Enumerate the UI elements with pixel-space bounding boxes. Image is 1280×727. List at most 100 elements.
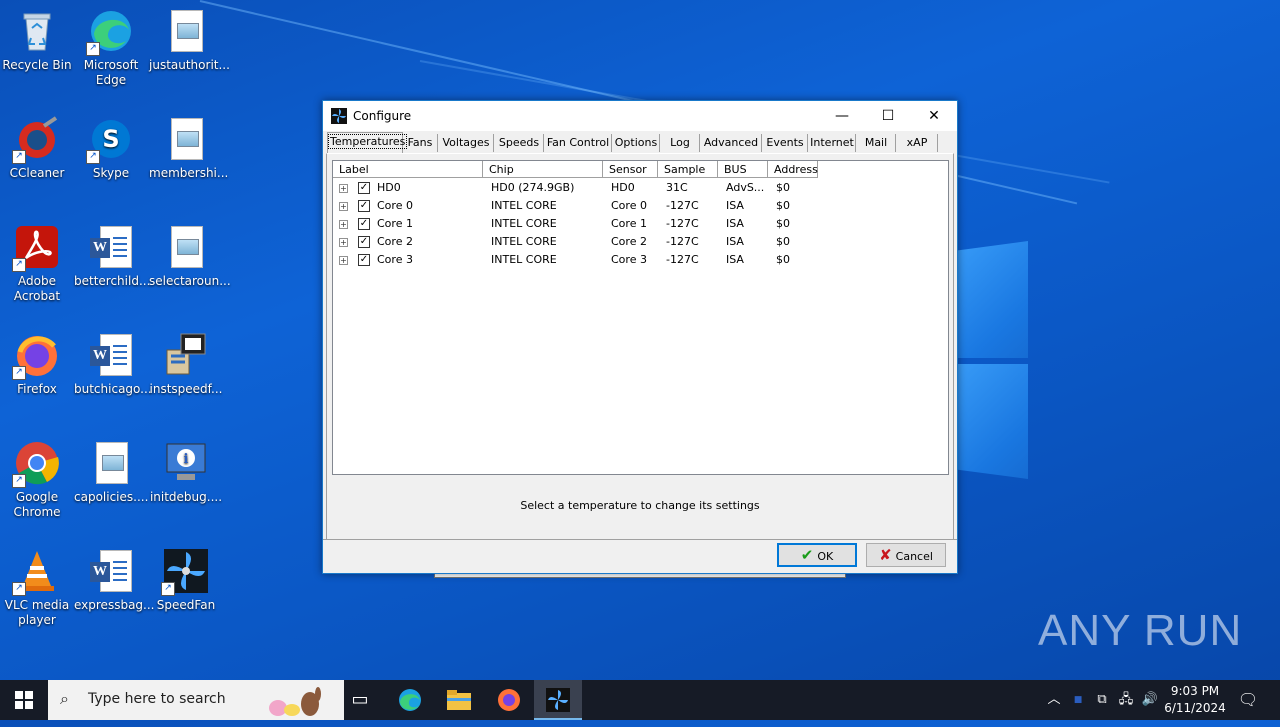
network-icon[interactable]: 🖧 — [1116, 680, 1136, 720]
row-checkbox[interactable]: ✓ — [358, 218, 370, 230]
column-header-chip[interactable]: Chip — [483, 161, 603, 178]
initdebug-file[interactable]: i initdebug.... — [149, 440, 223, 505]
expressbag-file[interactable]: W expressbag... — [74, 548, 154, 613]
divider — [323, 539, 957, 540]
anyrun-watermark: ANY RUN — [1038, 606, 1243, 655]
microsoft-edge-shortcut[interactable]: ↗ Microsoft Edge — [74, 8, 148, 88]
volume-icon[interactable]: 🔊 — [1140, 680, 1160, 720]
clock[interactable]: 9:03 PM 6/11/2024 — [1160, 683, 1230, 717]
column-header-address[interactable]: Address — [768, 161, 818, 178]
image-document-icon — [163, 116, 209, 162]
speedfan-shortcut[interactable]: ↗ SpeedFan — [149, 548, 223, 613]
expand-icon[interactable]: + — [339, 256, 348, 265]
taskbar-file-explorer[interactable] — [435, 680, 483, 720]
notification-icon: 🗨 — [1237, 690, 1259, 709]
firefox-shortcut[interactable]: ↗ Firefox — [0, 332, 74, 397]
row-checkbox[interactable]: ✓ — [358, 254, 370, 266]
membershi-file[interactable]: membershi... — [149, 116, 229, 181]
column-header-label[interactable]: Label — [333, 161, 483, 178]
cell-sensor: Core 0 — [611, 199, 647, 212]
expand-icon[interactable]: + — [339, 184, 348, 193]
recycle-bin-shortcut[interactable]: Recycle Bin — [0, 8, 74, 73]
tab-advanced[interactable]: Advanced — [701, 134, 762, 152]
instspeedf-file[interactable]: instspeedf... — [149, 332, 223, 397]
speedfan-tray-icon[interactable]: ■ — [1068, 680, 1088, 720]
maximize-button[interactable]: ☐ — [865, 101, 911, 131]
betterchild-file[interactable]: W betterchild... — [74, 224, 150, 289]
table-row[interactable]: + ✓ HD0 HD0 (274.9GB) HD0 31C AdvS... $0 — [333, 179, 948, 197]
column-header-bus[interactable]: BUS — [718, 161, 768, 178]
selectaroun-file[interactable]: selectaroun... — [149, 224, 231, 289]
close-button[interactable]: ✕ — [911, 101, 957, 131]
search-box[interactable]: ⌕ Type here to search — [48, 680, 344, 720]
notifications-button[interactable]: 🗨 — [1236, 680, 1260, 720]
meet-now-icon[interactable]: ⧉ — [1092, 680, 1112, 720]
desktop-icon-label: Skype — [92, 166, 130, 180]
tab-fans[interactable]: Fans — [403, 134, 438, 152]
skype-shortcut[interactable]: S ↗ Skype — [74, 116, 148, 181]
desktop-icon-label: initdebug.... — [149, 490, 223, 504]
column-header-sample[interactable]: Sample — [658, 161, 718, 178]
show-hidden-icons-button[interactable]: ︿ — [1044, 680, 1064, 720]
chevron-up-icon: ︿ — [1047, 692, 1061, 707]
expand-icon[interactable]: + — [339, 220, 348, 229]
shortcut-arrow-icon: ↗ — [12, 150, 26, 164]
ok-button[interactable]: ✔ OK — [777, 543, 857, 567]
cancel-button[interactable]: ✘ Cancel — [866, 543, 946, 567]
column-header-sensor[interactable]: Sensor — [603, 161, 658, 178]
desktop-icon-label: CCleaner — [9, 166, 65, 180]
ccleaner-icon: ↗ — [12, 116, 60, 164]
tab-log[interactable]: Log — [661, 134, 700, 152]
tab-options[interactable]: Options — [613, 134, 660, 152]
cell-sensor: Core 2 — [611, 235, 647, 248]
adobe-acrobat-icon: ↗ — [12, 224, 60, 272]
shortcut-arrow-icon: ↗ — [12, 474, 26, 488]
google-chrome-shortcut[interactable]: ↗ Google Chrome — [0, 440, 74, 520]
cell-sensor: Core 3 — [611, 253, 647, 266]
cell-chip: HD0 (274.9GB) — [491, 181, 575, 194]
desktop-icon-label: VLC media player — [4, 598, 70, 627]
table-row[interactable]: + ✓ Core 3 INTEL CORE Core 3 -127C ISA $… — [333, 251, 948, 269]
tab-speeds[interactable]: Speeds — [495, 134, 544, 152]
vlc-media-player-shortcut[interactable]: ↗ VLC media player — [0, 548, 74, 628]
expand-icon[interactable]: + — [339, 202, 348, 211]
butchicago-file[interactable]: W butchicago... — [74, 332, 152, 397]
cell-bus: ISA — [726, 253, 744, 266]
capolicies-file[interactable]: capolicies.... — [74, 440, 148, 505]
cell-sample: -127C — [666, 253, 699, 266]
info-monitor-icon: i — [163, 440, 209, 486]
row-checkbox[interactable]: ✓ — [358, 182, 370, 194]
expand-icon[interactable]: + — [339, 238, 348, 247]
dialog-titlebar[interactable]: Configure — ☐ ✕ — [323, 101, 957, 131]
taskbar-speedfan[interactable] — [534, 680, 582, 720]
table-row[interactable]: + ✓ Core 1 INTEL CORE Core 1 -127C ISA $… — [333, 215, 948, 233]
row-checkbox[interactable]: ✓ — [358, 236, 370, 248]
taskbar-firefox[interactable] — [485, 680, 533, 720]
cell-sample: -127C — [666, 199, 699, 212]
tab-xap[interactable]: xAP — [897, 134, 938, 152]
tab-events[interactable]: Events — [763, 134, 808, 152]
tab-temperatures[interactable]: Temperatures — [327, 132, 408, 153]
tab-voltages[interactable]: Voltages — [439, 134, 494, 152]
minimize-button[interactable]: — — [819, 101, 865, 131]
speedfan-icon: ↗ — [161, 548, 209, 596]
tab-fan-control[interactable]: Fan Control — [545, 134, 612, 152]
ccleaner-shortcut[interactable]: ↗ CCleaner — [0, 116, 74, 181]
shortcut-arrow-icon: ↗ — [12, 258, 26, 272]
desktop-icon-label: membershi... — [149, 166, 229, 180]
row-checkbox[interactable]: ✓ — [358, 200, 370, 212]
table-row[interactable]: + ✓ Core 0 INTEL CORE Core 0 -127C ISA $… — [333, 197, 948, 215]
adobe-acrobat-shortcut[interactable]: ↗ Adobe Acrobat — [0, 224, 74, 304]
image-document-icon — [163, 224, 209, 270]
taskbar-edge[interactable] — [386, 680, 434, 720]
tab-internet[interactable]: Internet — [809, 134, 856, 152]
temperature-list[interactable]: Label Chip Sensor Sample BUS Address + ✓… — [332, 160, 949, 475]
table-row[interactable]: + ✓ Core 2 INTEL CORE Core 2 -127C ISA $… — [333, 233, 948, 251]
tab-mail[interactable]: Mail — [857, 134, 896, 152]
start-button[interactable] — [0, 680, 48, 720]
speedfan-app-icon — [331, 108, 347, 124]
task-view-button[interactable]: ▭ — [336, 680, 384, 720]
svg-text:i: i — [184, 452, 189, 467]
justauthorit-file[interactable]: justauthorit... — [149, 8, 230, 73]
recycle-bin-icon — [14, 8, 60, 54]
